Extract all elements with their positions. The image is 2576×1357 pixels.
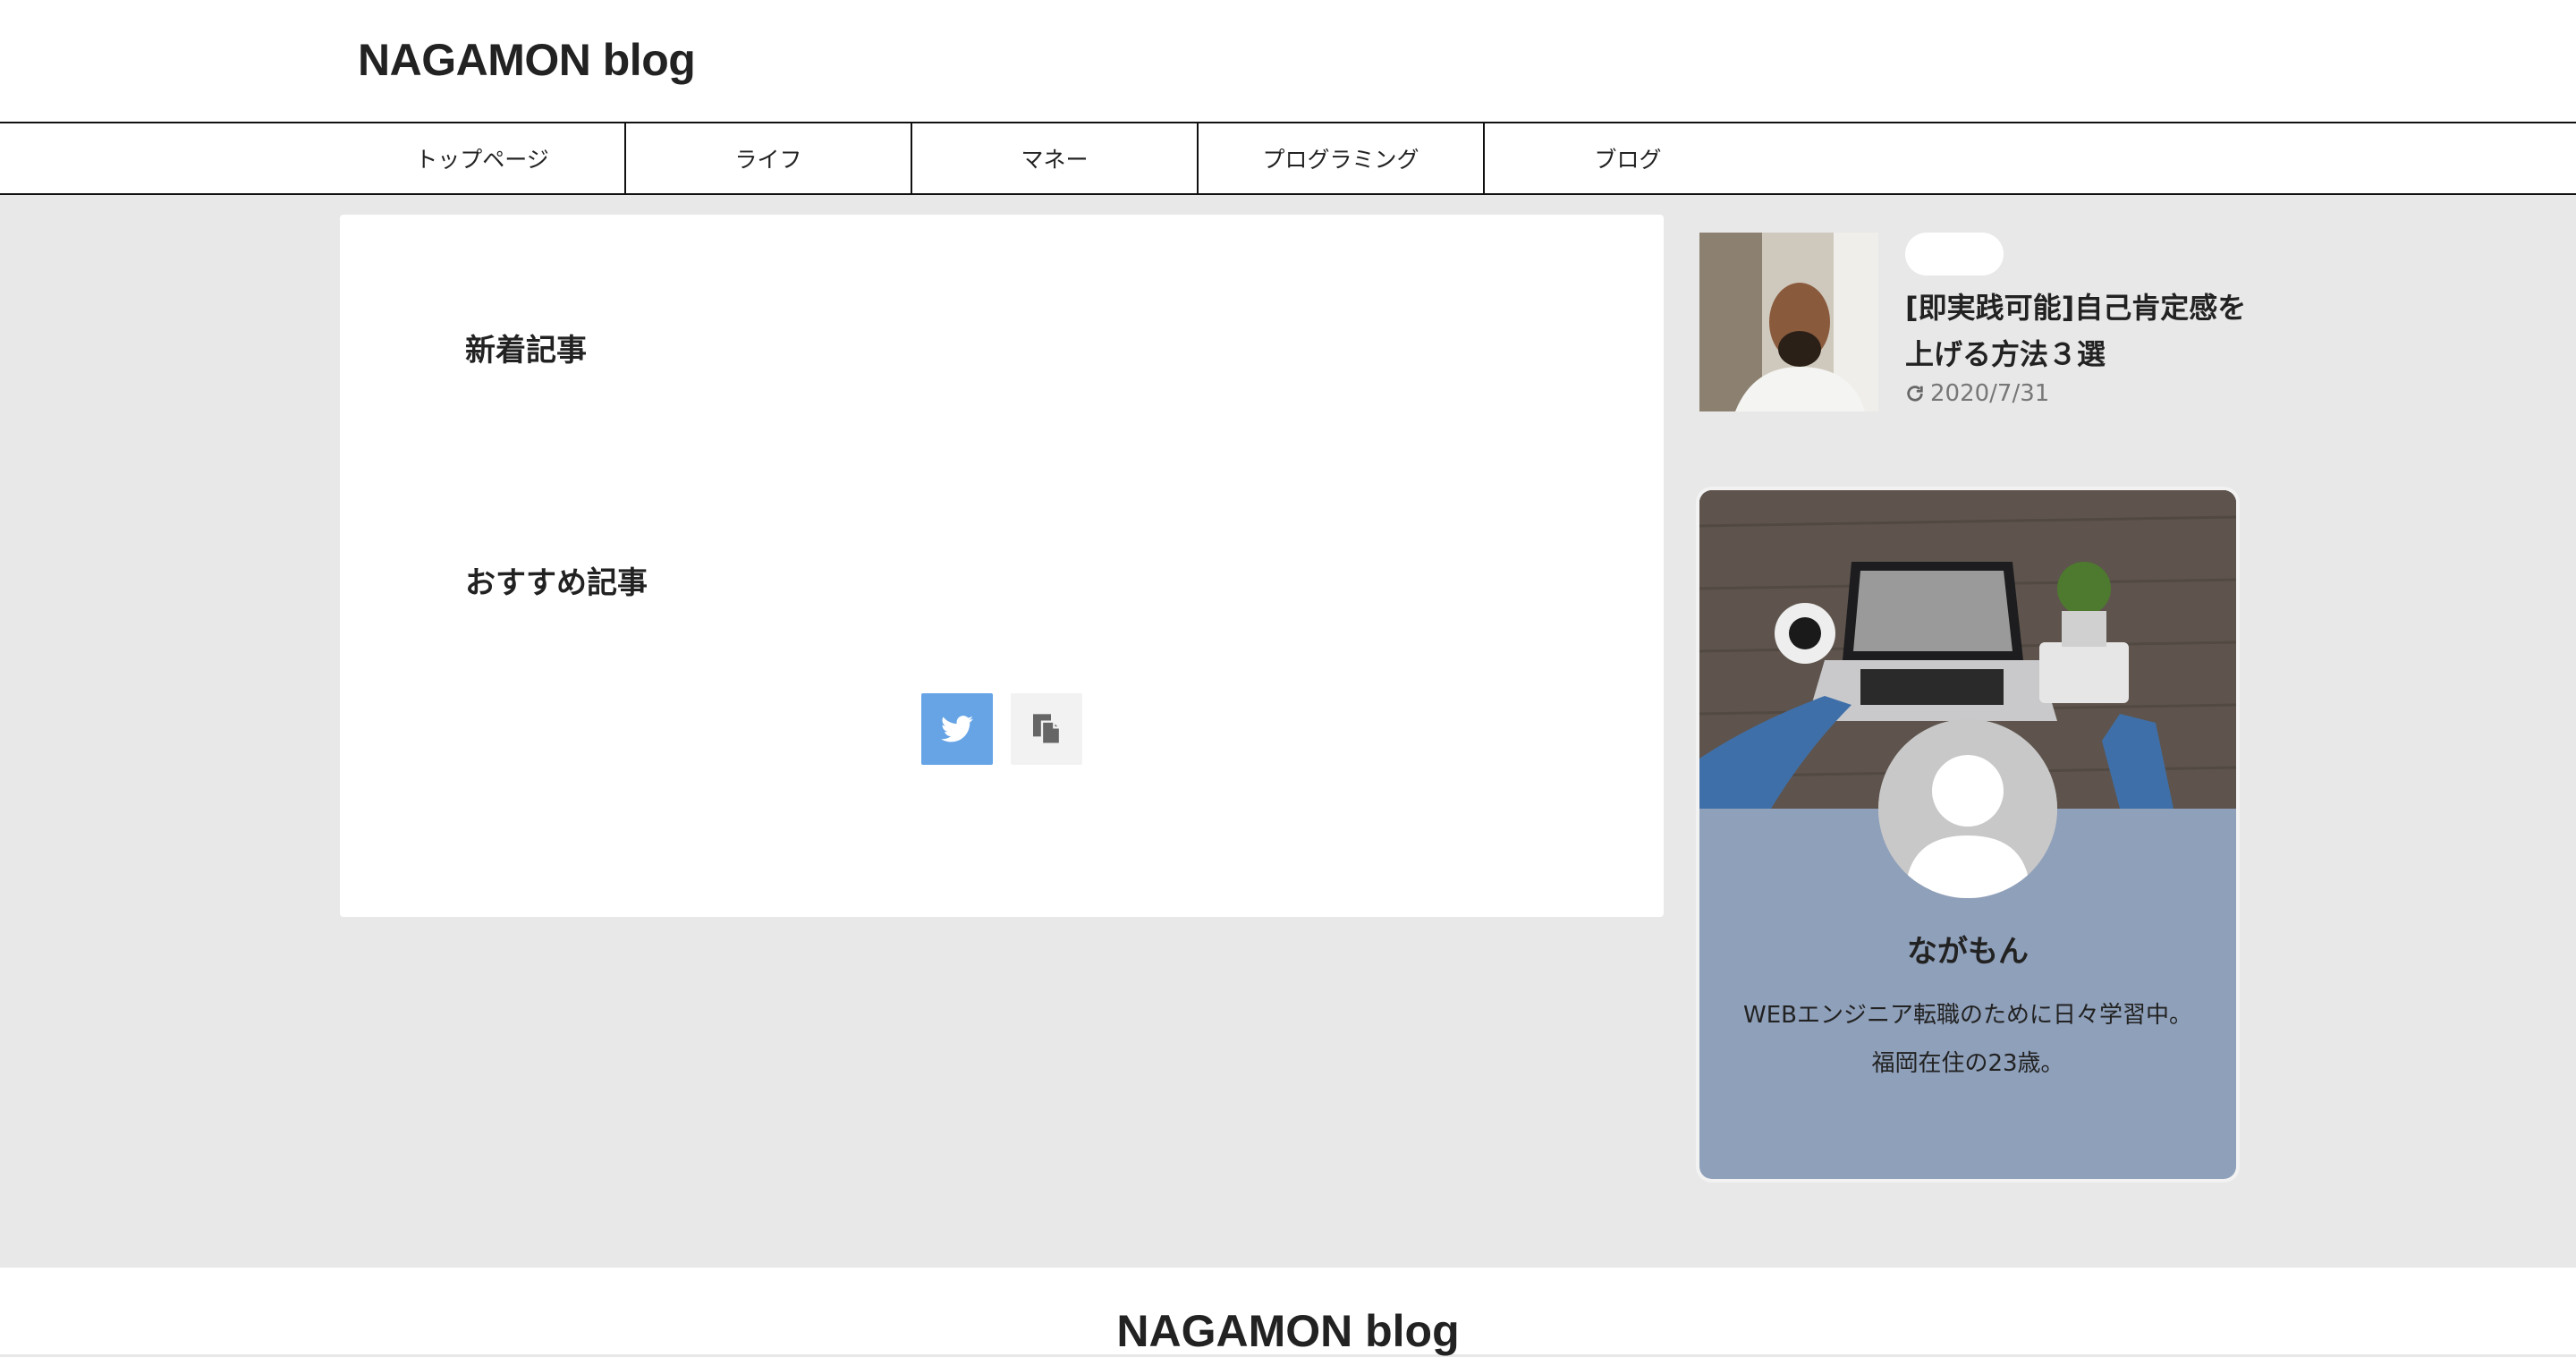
recent-post-item[interactable]: [即実践可能]自己肯定感を上げる方法３選 2020/7/31 xyxy=(1699,233,2254,411)
new-articles-heading: 新着記事 xyxy=(465,333,587,369)
recent-post-thumbnail[interactable] xyxy=(1699,233,1878,411)
nav-item-blog[interactable]: ブログ xyxy=(1485,123,1771,193)
site-footer: NAGAMON blog xyxy=(0,1268,2576,1357)
site-header: NAGAMON blog xyxy=(0,0,2576,122)
nav-item-programming[interactable]: プログラミング xyxy=(1199,123,1485,193)
profile-desc-line-2: 福岡在住の23歳。 xyxy=(1871,1050,2064,1077)
nav-item-money[interactable]: マネー xyxy=(912,123,1199,193)
category-badge[interactable] xyxy=(1905,233,2004,276)
copy-icon xyxy=(1033,714,1062,745)
nav-item-top[interactable]: トップページ xyxy=(340,123,626,193)
nav-item-life[interactable]: ライフ xyxy=(626,123,912,193)
profile-card: ながもん WEBエンジニア転職のために日々学習中。 福岡在住の23歳。 xyxy=(1699,490,2236,1179)
twitter-share-button[interactable] xyxy=(921,693,993,765)
twitter-icon xyxy=(941,716,973,742)
recent-post-date-text: 2020/7/31 xyxy=(1930,380,2050,407)
person-photo-image xyxy=(1699,233,1878,411)
recent-post-date: 2020/7/31 xyxy=(1905,380,2049,407)
footer-site-title[interactable]: NAGAMON blog xyxy=(0,1305,2576,1357)
main-content-card: 新着記事 おすすめ記事 xyxy=(340,215,1664,917)
profile-description: WEBエンジニア転職のために日々学習中。 福岡在住の23歳。 xyxy=(1699,991,2236,1088)
profile-name: ながもん xyxy=(1907,934,2029,970)
user-placeholder-icon xyxy=(1878,719,2057,898)
profile-desc-line-1: WEBエンジニア転職のために日々学習中。 xyxy=(1743,1002,2192,1029)
profile-avatar xyxy=(1878,719,2057,898)
refresh-icon xyxy=(1907,386,1923,402)
recent-post-title[interactable]: [即実践可能]自己肯定感を上げる方法３選 xyxy=(1905,284,2254,377)
global-nav: トップページ ライフ マネー プログラミング ブログ xyxy=(0,122,2576,195)
recommended-articles-heading: おすすめ記事 xyxy=(465,565,648,601)
copy-link-button[interactable] xyxy=(1011,693,1082,765)
site-title-link[interactable]: NAGAMON blog xyxy=(358,34,696,86)
